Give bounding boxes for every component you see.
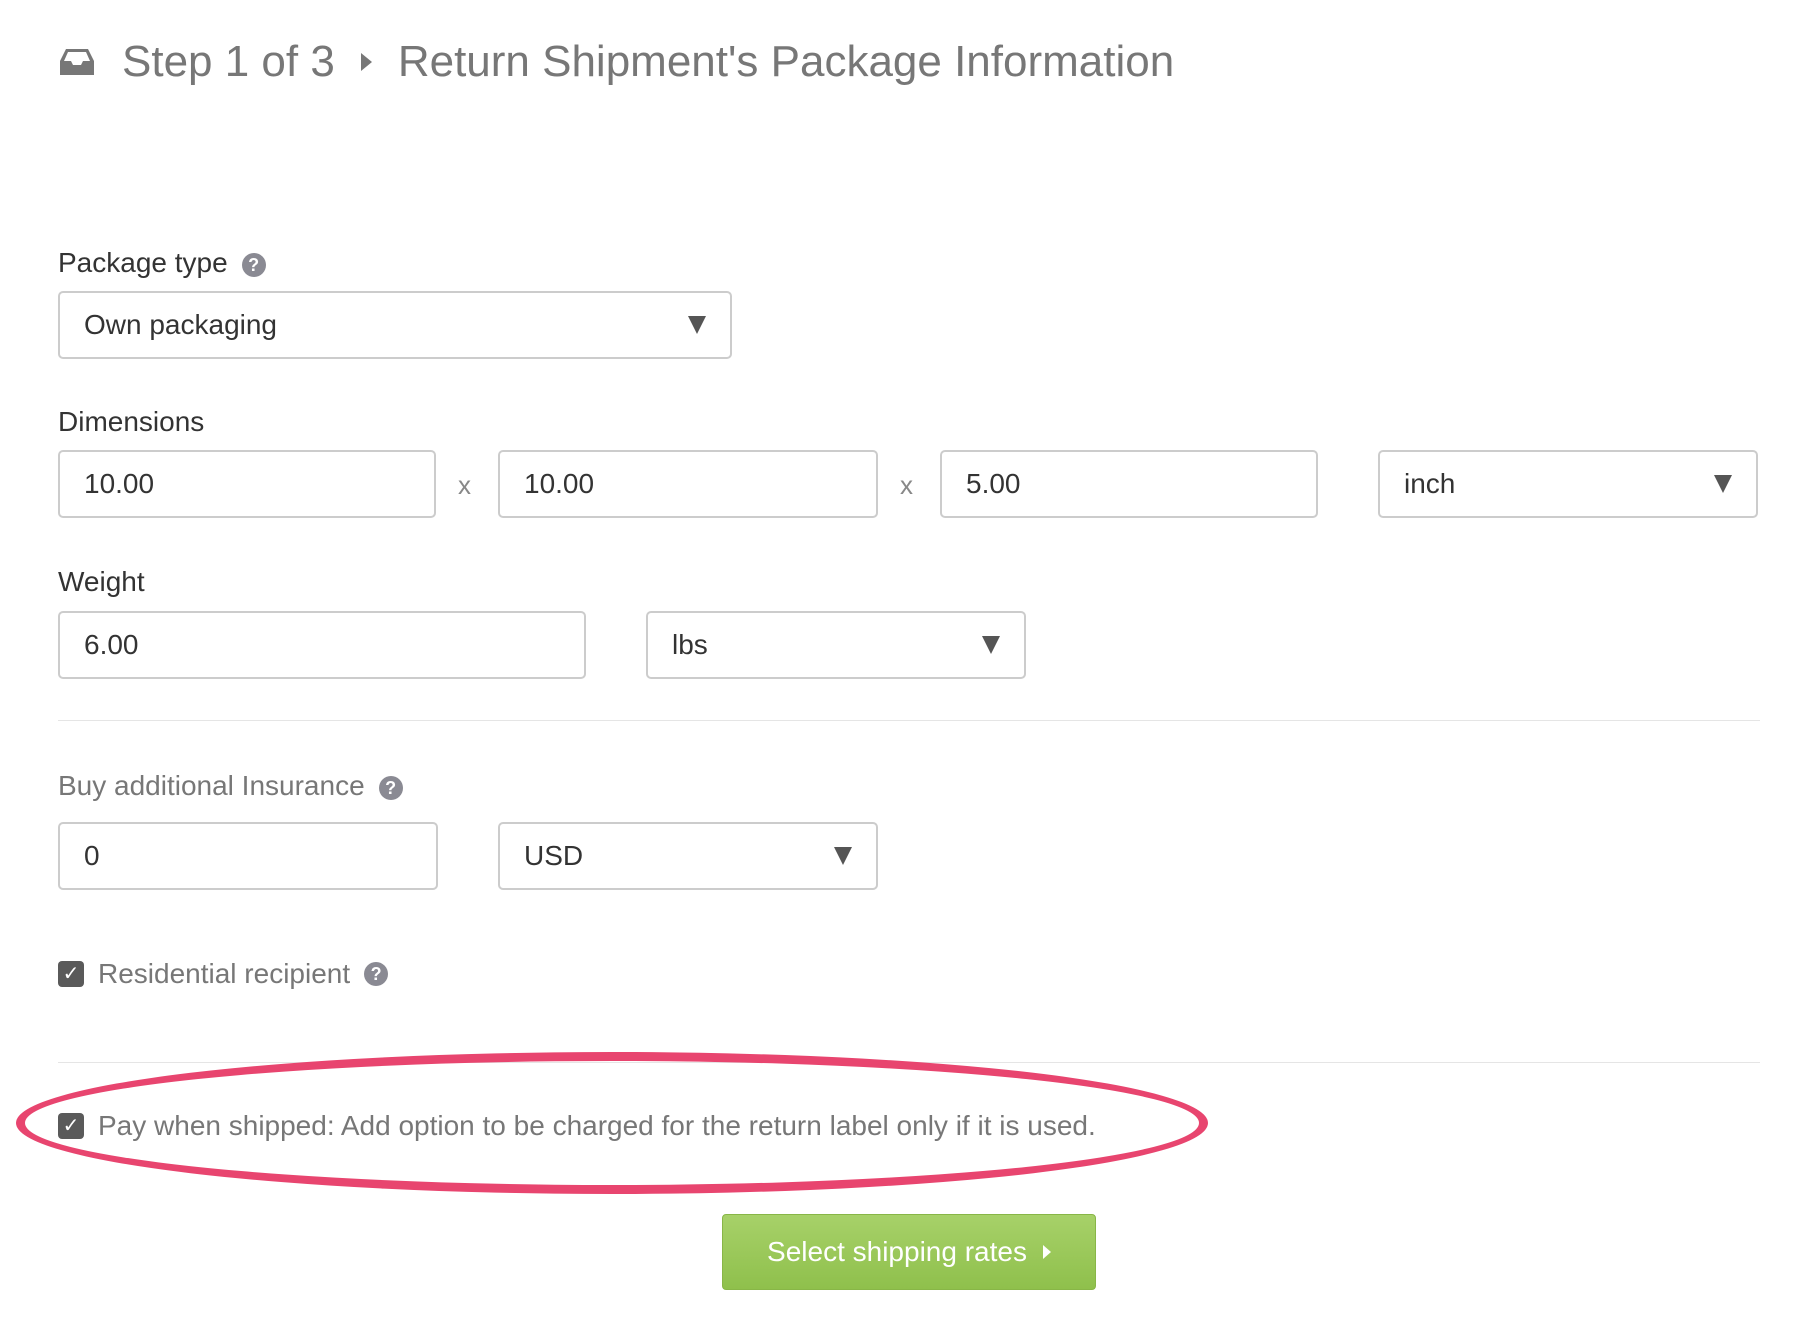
section-divider <box>58 1062 1760 1063</box>
step-header: Step 1 of 3 Return Shipment's Package In… <box>58 32 1174 92</box>
residential-checkbox[interactable]: ✓ <box>58 961 84 987</box>
dropdown-arrow-icon <box>1714 475 1732 493</box>
weight-unit-select[interactable]: lbs <box>646 611 1026 679</box>
package-type-select[interactable]: Own packaging <box>58 291 732 359</box>
dimension-separator: x <box>458 470 471 500</box>
help-icon[interactable]: ? <box>241 252 266 277</box>
insurance-currency-value: USD <box>524 840 584 871</box>
dimension-height-input[interactable]: 5.00 <box>940 450 1318 518</box>
dimension-length-input[interactable]: 10.00 <box>58 450 436 518</box>
package-type-label-text: Package type <box>58 247 228 278</box>
insurance-label: Buy additional Insurance? <box>58 770 403 802</box>
page-title: Return Shipment's Package Information <box>397 37 1175 86</box>
step-indicator: Step 1 of 3 <box>122 37 335 86</box>
inbox-icon <box>58 47 96 77</box>
dropdown-arrow-icon <box>688 316 706 334</box>
weight-input[interactable]: 6.00 <box>58 611 586 679</box>
package-type-value: Own packaging <box>84 309 278 340</box>
pay-when-shipped-label: Pay when shipped: Add option to be charg… <box>98 1110 1096 1141</box>
dimension-separator: x <box>900 470 913 500</box>
insurance-amount-input[interactable]: 0 <box>58 822 438 890</box>
help-icon[interactable]: ? <box>378 775 403 800</box>
residential-label: Residential recipient <box>98 958 351 989</box>
help-icon[interactable]: ? <box>364 962 389 986</box>
dimension-unit-select[interactable]: inch <box>1378 450 1758 518</box>
dropdown-arrow-icon <box>982 636 1000 654</box>
dimensions-label: Dimensions <box>58 406 205 437</box>
caret-right-icon <box>1042 1245 1051 1259</box>
button-label: Select shipping rates <box>767 1236 1027 1267</box>
package-type-label: Package type? <box>58 247 266 279</box>
pay-when-shipped-row: ✓ Pay when shipped: Add option to be cha… <box>58 1110 1096 1142</box>
insurance-currency-select[interactable]: USD <box>498 822 878 890</box>
caret-right-icon <box>360 53 372 71</box>
weight-label: Weight <box>58 566 145 597</box>
select-shipping-rates-button[interactable]: Select shipping rates <box>722 1214 1096 1290</box>
dimension-width-input[interactable]: 10.00 <box>498 450 878 518</box>
pay-when-shipped-checkbox[interactable]: ✓ <box>58 1113 84 1139</box>
dropdown-arrow-icon <box>834 847 852 865</box>
insurance-label-text: Buy additional Insurance <box>58 770 365 801</box>
weight-unit-value: lbs <box>672 629 708 660</box>
section-divider <box>58 720 1760 721</box>
residential-recipient-row: ✓ Residential recipient ? <box>58 958 389 990</box>
dimension-unit-value: inch <box>1404 468 1456 499</box>
